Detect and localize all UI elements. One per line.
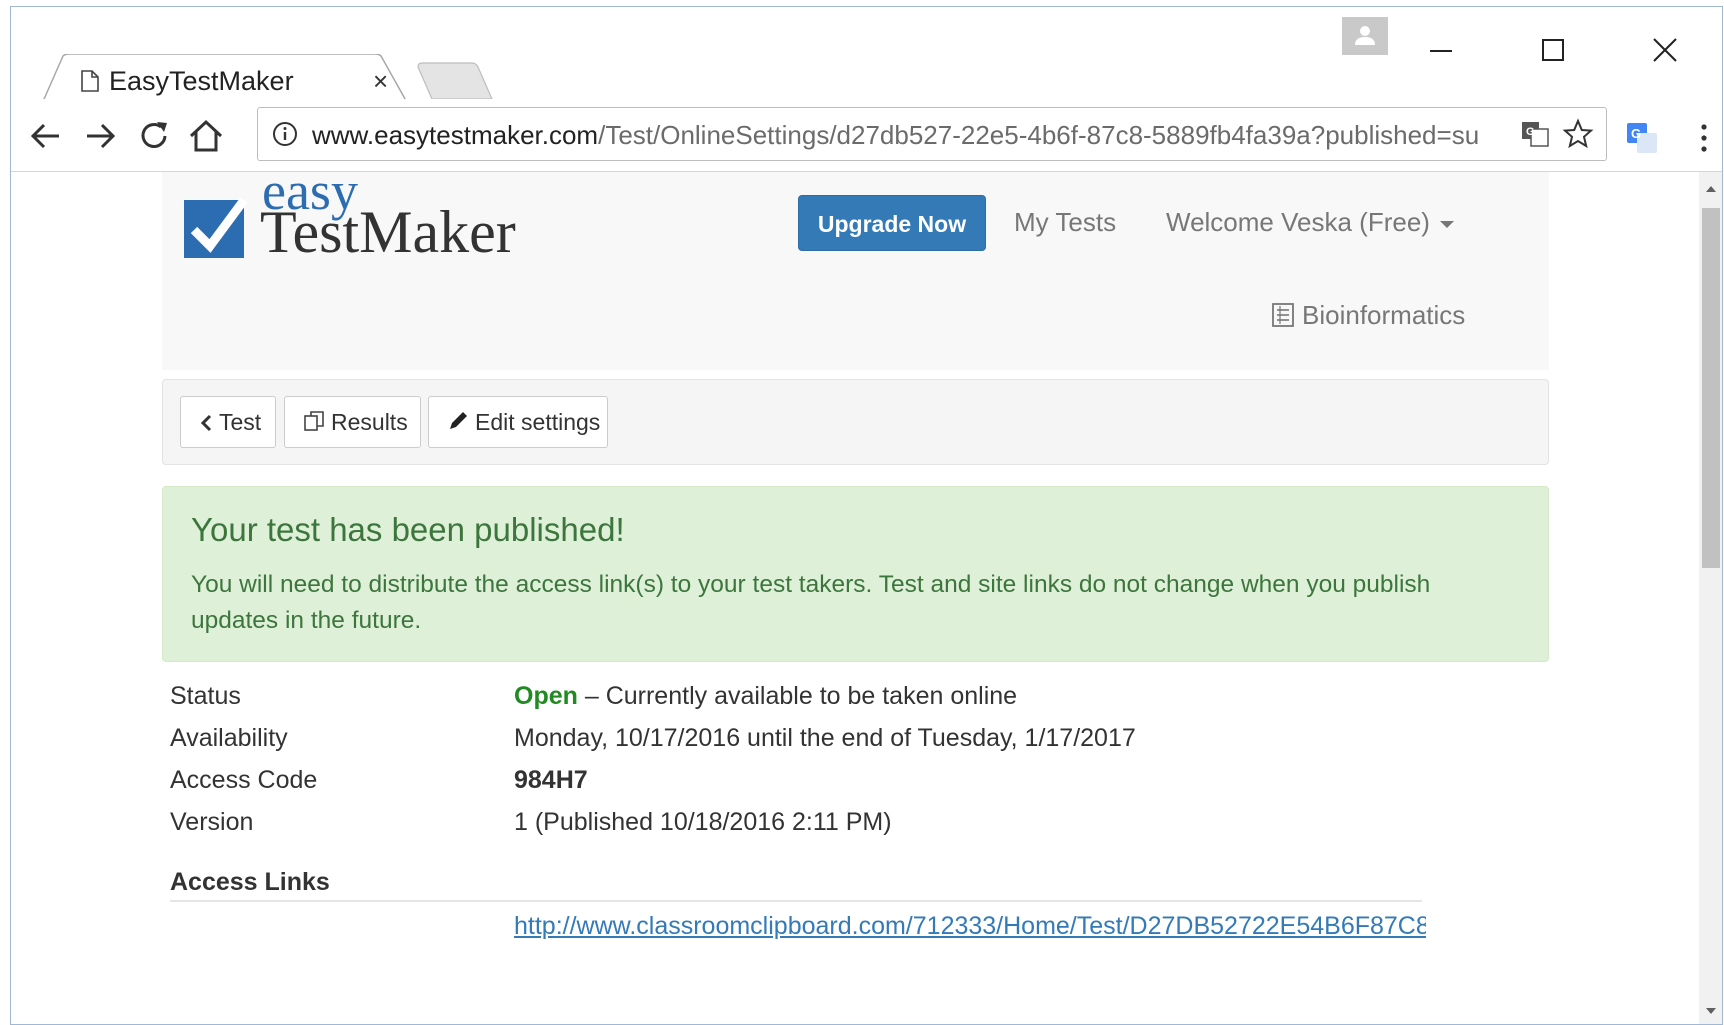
close-window-icon[interactable] xyxy=(1635,25,1695,75)
version-value: 1 (Published 10/18/2016 2:11 PM) xyxy=(514,808,892,836)
access-links-heading: Access Links xyxy=(170,868,330,896)
chevron-left-icon xyxy=(200,414,212,432)
tab-title: EasyTestMaker xyxy=(109,66,294,96)
browser-menu-icon[interactable] xyxy=(1695,119,1713,157)
info-icon[interactable] xyxy=(272,121,298,147)
current-test-link[interactable]: Bioinformatics xyxy=(1272,300,1465,331)
page-container: easy TestMaker Upgrade Now My Tests Welc… xyxy=(134,172,1586,1025)
bookmark-star-icon[interactable] xyxy=(1562,118,1594,150)
minimize-icon[interactable] xyxy=(1411,25,1471,75)
action-bar: Test Results Edit settings xyxy=(162,379,1549,465)
caret-down-icon xyxy=(1439,220,1454,228)
welcome-user-menu[interactable]: Welcome Veska (Free) xyxy=(1166,207,1454,238)
reload-icon[interactable] xyxy=(135,117,173,155)
maximize-icon[interactable] xyxy=(1523,25,1583,75)
back-to-test-label: Test xyxy=(219,409,262,435)
section-divider xyxy=(170,900,1422,902)
home-icon[interactable] xyxy=(187,117,225,155)
scroll-down-arrow-icon[interactable] xyxy=(1699,1000,1723,1022)
browser-toolbar: www.easytestmaker.com/Test/OnlineSetting… xyxy=(11,99,1723,172)
availability-label: Availability xyxy=(170,724,288,752)
back-to-test-button[interactable]: Test xyxy=(180,396,276,448)
new-tab-button[interactable] xyxy=(416,61,496,101)
google-translate-extension-icon[interactable]: G xyxy=(1625,121,1659,155)
published-alert: Your test has been published! You will n… xyxy=(162,486,1549,662)
page-scrollbar[interactable] xyxy=(1699,172,1723,1025)
access-code-value: 984H7 xyxy=(514,766,588,794)
alert-title: Your test has been published! xyxy=(191,511,625,548)
browser-window: EasyTestMaker × www.easytestmaker.com/Te… xyxy=(0,0,1724,1025)
version-label: Version xyxy=(170,808,254,836)
profile-avatar[interactable] xyxy=(1342,17,1388,55)
status-open-badge: Open xyxy=(514,682,578,710)
availability-value: Monday, 10/17/2016 until the end of Tues… xyxy=(514,724,1136,752)
url-host: www.easytestmaker.com xyxy=(312,120,599,150)
person-icon xyxy=(1355,26,1375,45)
address-bar[interactable]: www.easytestmaker.com/Test/OnlineSetting… xyxy=(257,107,1607,161)
alert-body: You will need to distribute the access l… xyxy=(191,571,1431,634)
access-link[interactable]: http://www.classroomclipboard.com/712333… xyxy=(514,912,1426,941)
test-name-label: Bioinformatics xyxy=(1302,300,1466,330)
svg-text:G: G xyxy=(1631,126,1641,141)
results-label: Results xyxy=(331,409,408,435)
pencil-icon xyxy=(450,412,467,429)
my-tests-link[interactable]: My Tests xyxy=(1014,207,1116,238)
logo-check-icon xyxy=(184,197,248,258)
edit-settings-button[interactable]: Edit settings xyxy=(428,396,608,448)
results-button[interactable]: Results xyxy=(284,396,421,448)
copy-icon xyxy=(304,411,324,431)
status-value: Open – Currently available to be taken o… xyxy=(514,682,1017,711)
list-icon xyxy=(1272,303,1294,327)
scroll-up-arrow-icon[interactable] xyxy=(1699,178,1723,200)
url-path: /Test/OnlineSettings/d27db527-22e5-4b6f-… xyxy=(598,120,1480,150)
logo-testmaker-text: TestMaker xyxy=(260,199,516,265)
translate-page-icon[interactable]: G xyxy=(1520,119,1550,149)
back-arrow-icon[interactable] xyxy=(27,117,65,155)
access-code-label: Access Code xyxy=(170,766,318,794)
welcome-label: Welcome Veska (Free) xyxy=(1166,207,1430,237)
upgrade-now-button[interactable]: Upgrade Now xyxy=(798,195,986,251)
tab-close-icon[interactable]: × xyxy=(373,66,388,97)
forward-arrow-icon[interactable] xyxy=(81,117,119,155)
title-bar: EasyTestMaker × xyxy=(11,7,1723,107)
site-header: easy TestMaker Upgrade Now My Tests Welc… xyxy=(162,172,1549,370)
status-label: Status xyxy=(170,682,241,710)
edit-settings-label: Edit settings xyxy=(475,409,601,435)
page-icon xyxy=(81,70,99,92)
page-viewport: easy TestMaker Upgrade Now My Tests Welc… xyxy=(11,172,1699,1025)
url-text[interactable]: www.easytestmaker.com/Test/OnlineSetting… xyxy=(312,120,1502,151)
scroll-thumb[interactable] xyxy=(1702,208,1720,568)
svg-text:G: G xyxy=(1526,126,1535,138)
status-note: – Currently available to be taken online xyxy=(577,682,1018,710)
